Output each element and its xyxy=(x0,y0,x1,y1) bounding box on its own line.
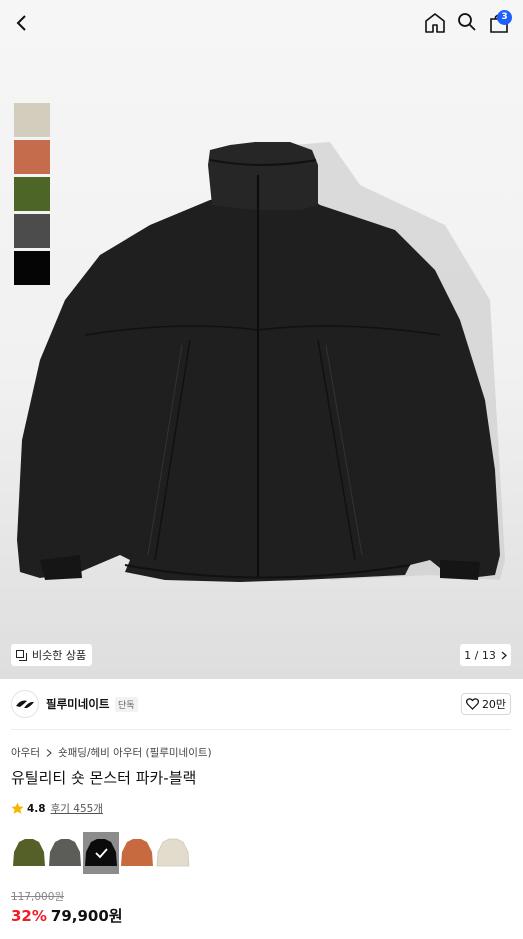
variant-thumbnail-selected[interactable] xyxy=(83,832,119,874)
breadcrumb: 아우터 숏패딩/헤비 아우터 (필루미네이트) xyxy=(11,745,212,760)
copy-icon xyxy=(16,649,27,661)
color-swatch[interactable] xyxy=(14,103,50,137)
rating-row: 4.8 후기 455개 xyxy=(11,801,103,816)
brand-logo-icon xyxy=(16,700,34,708)
color-swatch[interactable] xyxy=(14,214,50,248)
breadcrumb-item[interactable]: 숏패딩/헤비 아우터 (필루미네이트) xyxy=(58,745,212,760)
image-page-counter[interactable]: 1 / 13 xyxy=(460,644,511,666)
chevron-right-icon xyxy=(46,748,52,757)
variant-thumbnail[interactable] xyxy=(119,832,155,874)
cart-count-badge: 3 xyxy=(497,10,512,25)
image-page-counter-text: 1 / 13 xyxy=(464,648,496,662)
like-count: 20만 xyxy=(481,698,507,711)
color-swatch-list xyxy=(14,103,50,288)
original-price: 117,000원 xyxy=(11,891,65,903)
price-row: 32% 79,900원 xyxy=(11,905,123,926)
top-navigation-bar: 3 xyxy=(0,0,523,46)
brand-name[interactable]: 필루미네이트 xyxy=(46,696,109,712)
rating-score: 4.8 xyxy=(27,802,46,815)
product-image-area[interactable]: 비슷한 상품 1 / 13 xyxy=(0,0,523,679)
star-icon xyxy=(11,802,24,814)
product-title: 유틸리티 숏 몬스터 파카-블랙 xyxy=(11,769,197,787)
heart-icon xyxy=(465,698,479,710)
chevron-right-icon xyxy=(501,651,507,659)
color-swatch[interactable] xyxy=(14,140,50,174)
variant-thumbnail[interactable] xyxy=(11,832,47,874)
home-icon[interactable] xyxy=(424,12,446,34)
color-swatch[interactable] xyxy=(14,177,50,211)
variant-thumbnail[interactable] xyxy=(155,832,191,874)
similar-products-label: 비슷한 상품 xyxy=(32,649,87,662)
review-count-link[interactable]: 후기 455개 xyxy=(51,801,103,816)
like-button[interactable]: 20만 xyxy=(461,693,511,715)
brand-row: 필루미네이트 단독 20만 xyxy=(0,679,523,730)
similar-products-button[interactable]: 비슷한 상품 xyxy=(11,644,93,666)
jacket-photo xyxy=(17,142,505,582)
variant-thumbnail[interactable] xyxy=(47,832,83,874)
breadcrumb-item[interactable]: 아우터 xyxy=(11,745,40,760)
divider xyxy=(11,729,511,730)
variant-thumbnail-list xyxy=(11,832,191,874)
search-icon[interactable] xyxy=(457,12,477,32)
color-swatch[interactable] xyxy=(14,251,50,285)
exclusive-badge: 단독 xyxy=(115,697,138,712)
sale-price: 79,900원 xyxy=(50,907,123,925)
brand-logo[interactable] xyxy=(11,690,39,718)
chevron-left-icon[interactable] xyxy=(10,11,34,35)
discount-rate: 32% xyxy=(11,907,47,925)
